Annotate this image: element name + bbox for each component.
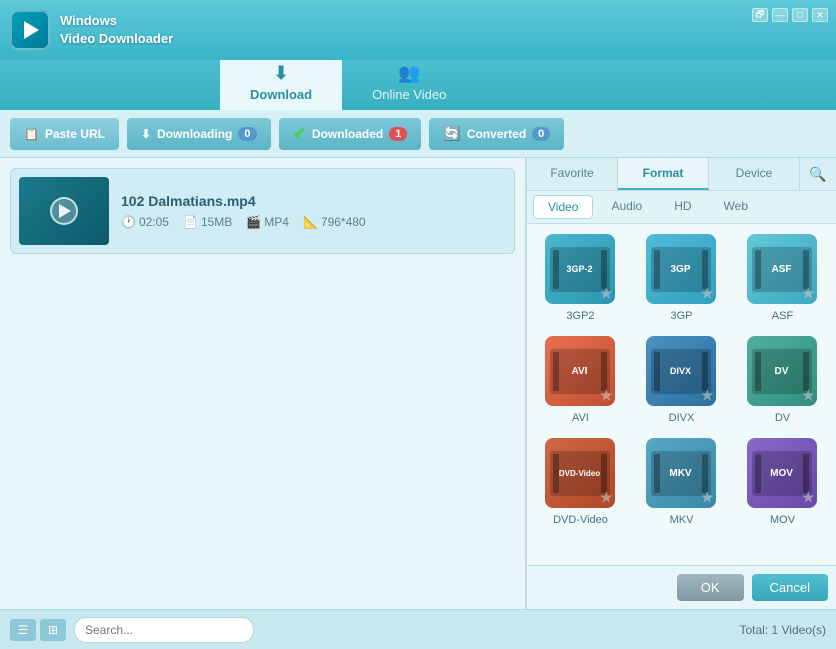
file-icon: 📄 xyxy=(183,215,198,229)
format-item-mkv[interactable]: MKV ★ MKV xyxy=(634,434,729,530)
app-logo xyxy=(10,10,50,50)
format-icon-3gp2: 3GP-2 ★ xyxy=(545,234,617,306)
converted-button[interactable]: 🔄 Converted 0 xyxy=(429,118,564,150)
app-title: Windows Video Downloader xyxy=(60,12,173,48)
format-icon: 🎬 xyxy=(246,215,261,229)
video-info: 102 Dalmatians.mp4 🕐 02:05 📄 15MB 🎬 MP4 xyxy=(121,193,506,229)
downloaded-button[interactable]: ✔ Downloaded 1 xyxy=(279,118,422,150)
restore-btn[interactable]: 🗗 xyxy=(752,8,768,22)
maximize-btn[interactable]: □ xyxy=(792,8,808,22)
view-buttons: ☰ ⊞ xyxy=(10,619,66,641)
tab-favorite[interactable]: Favorite xyxy=(527,158,618,190)
format-icon-asf: ASF ★ xyxy=(747,234,819,306)
main-content: 102 Dalmatians.mp4 🕐 02:05 📄 15MB 🎬 MP4 xyxy=(0,158,836,609)
format-icon-dvd: DVD-Video ★ xyxy=(545,438,617,510)
cancel-button[interactable]: Cancel xyxy=(752,574,828,601)
ok-button[interactable]: OK xyxy=(677,574,744,601)
play-triangle-icon xyxy=(59,204,71,218)
format-label-3gp: 3GP xyxy=(670,310,692,322)
action-buttons: OK Cancel xyxy=(527,565,836,609)
format-item-mov[interactable]: MOV ★ MOV xyxy=(735,434,830,530)
format-label-3gp2: 3GP2 xyxy=(566,310,594,322)
subtab-video[interactable]: Video xyxy=(533,195,593,219)
video-resolution: 📐 796*480 xyxy=(303,215,366,229)
format-icon-mov: MOV ★ xyxy=(747,438,819,510)
close-btn[interactable]: ✕ xyxy=(812,8,828,22)
video-meta: 🕐 02:05 📄 15MB 🎬 MP4 📐 796*480 xyxy=(121,215,506,229)
format-label-dv: DV xyxy=(775,412,790,424)
status-text: Total: 1 Video(s) xyxy=(740,623,827,637)
subtab-hd[interactable]: HD xyxy=(660,195,705,219)
check-icon: ✔ xyxy=(293,124,306,144)
video-duration: 🕐 02:05 xyxy=(121,215,169,229)
minimize-btn[interactable]: — xyxy=(772,8,788,22)
video-title: 102 Dalmatians.mp4 xyxy=(121,193,506,209)
format-icon-avi: AVI ★ xyxy=(545,336,617,408)
format-label-mkv: MKV xyxy=(670,514,694,526)
format-item-3gp[interactable]: 3GP ★ 3GP xyxy=(634,230,729,326)
video-format: 🎬 MP4 xyxy=(246,215,289,229)
video-thumbnail xyxy=(19,177,109,245)
format-icon-divx: DIVX ★ xyxy=(646,336,718,408)
format-item-divx[interactable]: DIVX ★ DIVX xyxy=(634,332,729,428)
format-item-asf[interactable]: ASF ★ ASF xyxy=(735,230,830,326)
video-size: 📄 15MB xyxy=(183,215,232,229)
resolution-icon: 📐 xyxy=(303,215,318,229)
thumb-play-button[interactable] xyxy=(50,197,78,225)
refresh-icon: 🔄 xyxy=(443,125,460,142)
tab-format[interactable]: Format xyxy=(618,158,709,190)
format-label-avi: AVI xyxy=(572,412,589,424)
clock-icon: 🕐 xyxy=(121,215,136,229)
video-item[interactable]: 102 Dalmatians.mp4 🕐 02:05 📄 15MB 🎬 MP4 xyxy=(10,168,515,254)
format-item-dv[interactable]: DV ★ DV xyxy=(735,332,830,428)
format-icon-mkv: MKV ★ xyxy=(646,438,718,510)
format-label-mov: MOV xyxy=(770,514,795,526)
download-tab-icon: ⬇ xyxy=(274,63,289,84)
left-panel: 102 Dalmatians.mp4 🕐 02:05 📄 15MB 🎬 MP4 xyxy=(0,158,526,609)
title-bar: Windows Video Downloader 🗗 — □ ✕ xyxy=(0,0,836,60)
bottom-bar: ☰ ⊞ Total: 1 Video(s) xyxy=(0,609,836,649)
format-icon-dv: DV ★ xyxy=(747,336,819,408)
grid-view-button[interactable]: ⊞ xyxy=(40,619,66,641)
format-item-avi[interactable]: AVI ★ AVI xyxy=(533,332,628,428)
sub-tab-bar: Video Audio HD Web xyxy=(527,191,836,224)
format-icon-3gp: 3GP ★ xyxy=(646,234,718,306)
paste-url-button[interactable]: 📋 Paste URL xyxy=(10,118,119,150)
format-grid: 3GP-2 ★ 3GP2 3GP ★ 3GP xyxy=(527,224,836,565)
downloaded-count-badge: 1 xyxy=(389,127,407,141)
format-label-divx: DIVX xyxy=(669,412,695,424)
format-search-button[interactable]: 🔍 xyxy=(800,158,836,190)
downloading-count-badge: 0 xyxy=(238,127,256,141)
tab-online-video[interactable]: 👥 Online Video xyxy=(342,55,476,110)
subtab-web[interactable]: Web xyxy=(710,195,762,219)
format-label-asf: ASF xyxy=(772,310,793,322)
paste-icon: 📋 xyxy=(24,127,39,141)
tab-device[interactable]: Device xyxy=(709,158,800,190)
download-tab-label: Download xyxy=(250,87,312,102)
download-icon: ⬇ xyxy=(141,127,151,141)
format-item-3gp2[interactable]: 3GP-2 ★ 3GP2 xyxy=(533,230,628,326)
format-label-dvd: DVD-Video xyxy=(553,514,608,526)
tab-bar: ⬇ Download 👥 Online Video xyxy=(0,60,836,110)
search-input[interactable] xyxy=(74,617,254,643)
list-view-button[interactable]: ☰ xyxy=(10,619,36,641)
right-panel: Favorite Format Device 🔍 Video Audio HD … xyxy=(526,158,836,609)
subtab-audio[interactable]: Audio xyxy=(597,195,656,219)
window-controls: 🗗 — □ ✕ xyxy=(752,8,828,22)
play-icon xyxy=(24,21,39,39)
format-tab-bar: Favorite Format Device 🔍 xyxy=(527,158,836,191)
toolbar: 📋 Paste URL ⬇ Downloading 0 ✔ Downloaded… xyxy=(0,110,836,158)
downloading-button[interactable]: ⬇ Downloading 0 xyxy=(127,118,271,150)
online-video-tab-label: Online Video xyxy=(372,87,446,102)
online-video-tab-icon: 👥 xyxy=(398,63,420,84)
tab-download[interactable]: ⬇ Download xyxy=(220,55,342,110)
format-item-dvd[interactable]: DVD-Video ★ DVD-Video xyxy=(533,434,628,530)
converted-count-badge: 0 xyxy=(532,127,550,141)
